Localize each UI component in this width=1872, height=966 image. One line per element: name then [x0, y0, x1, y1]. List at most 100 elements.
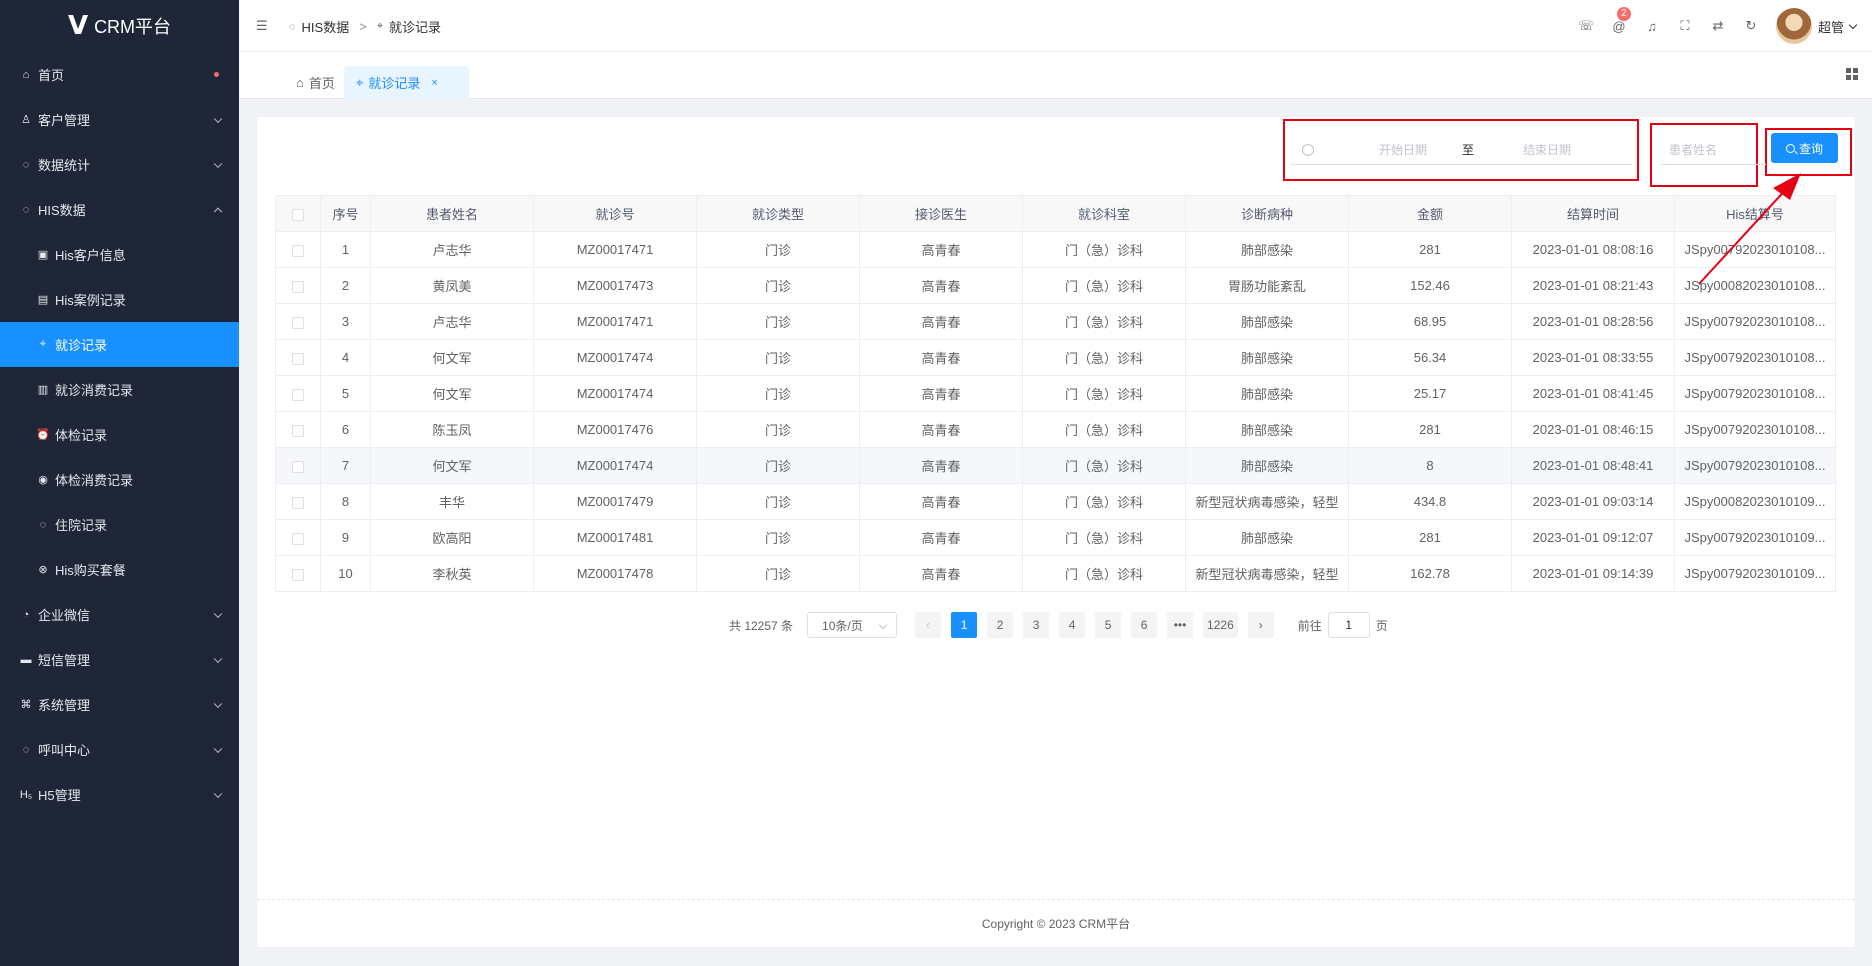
- user-menu[interactable]: 超管: [1775, 8, 1858, 44]
- row-checkbox[interactable]: [292, 532, 304, 545]
- sidebar-item-3[interactable]: ◌ HIS数据: [0, 187, 239, 232]
- table-cell: 门诊: [696, 483, 860, 520]
- row-checkbox-cell[interactable]: [275, 303, 321, 340]
- app-logo[interactable]: V CRM平台: [0, 0, 239, 52]
- sidebar-item-4[interactable]: ▣ His客户信息: [0, 232, 239, 277]
- sidebar-item-15[interactable]: ◌ 呼叫中心: [0, 727, 239, 772]
- page-button[interactable]: 3: [1023, 612, 1050, 638]
- refresh-icon[interactable]: ↻: [1743, 18, 1759, 34]
- row-checkbox[interactable]: [292, 496, 304, 509]
- collapse-menu-icon[interactable]: ☰: [256, 18, 268, 34]
- sidebar-item-0[interactable]: ⌂ 首页: [0, 52, 239, 97]
- table-row[interactable]: 5 何文军 MZ00017474 门诊 高青春 门（急）诊科 肺部感染 25.17 2023-0…: [275, 375, 1836, 412]
- row-checkbox[interactable]: [292, 388, 304, 401]
- prev-page-button[interactable]: ‹: [915, 612, 942, 638]
- page-button[interactable]: 6: [1131, 612, 1158, 638]
- page-size-select[interactable]: 10条/页: [807, 612, 898, 638]
- table-cell: 门（急）诊科: [1022, 411, 1186, 448]
- table-row[interactable]: 1 卢志华 MZ00017471 门诊 高青春 门（急）诊科 肺部感染 281 2023-01-…: [275, 231, 1836, 268]
- page-button[interactable]: •••: [1167, 612, 1194, 638]
- chevron-down-icon: [213, 789, 223, 798]
- row-checkbox-cell[interactable]: [275, 519, 321, 556]
- total-count: 共 12257 条: [729, 618, 794, 633]
- patient-name-input[interactable]: 患者姓名: [1661, 135, 1766, 165]
- sidebar-item-5[interactable]: ▤ His案例记录: [0, 277, 239, 322]
- row-checkbox-cell[interactable]: [275, 339, 321, 376]
- table-row[interactable]: 6 陈玉凤 MZ00017476 门诊 高青春 门（急）诊科 肺部感染 281 2023-01-…: [275, 411, 1836, 448]
- page-button[interactable]: 1226: [1203, 612, 1238, 638]
- query-button[interactable]: 查询: [1771, 133, 1838, 163]
- page-button[interactable]: 2: [987, 612, 1014, 638]
- row-checkbox-cell[interactable]: [275, 483, 321, 520]
- table-row[interactable]: 3 卢志华 MZ00017471 门诊 高青春 门（急）诊科 肺部感染 68.95 2023-0…: [275, 303, 1836, 340]
- sidebar-item-2[interactable]: ◌ 数据统计: [0, 142, 239, 187]
- start-date-input[interactable]: 开始日期: [1348, 141, 1458, 158]
- table-cell: 281: [1348, 519, 1512, 556]
- page-button[interactable]: 4: [1059, 612, 1086, 638]
- table-cell: MZ00017474: [533, 447, 697, 484]
- tab-home[interactable]: ⌂ 首页: [284, 66, 347, 99]
- table-cell: 陈玉凤: [370, 411, 534, 448]
- sidebar-item-13[interactable]: ▬ 短信管理: [0, 637, 239, 682]
- row-checkbox[interactable]: [292, 460, 304, 473]
- bell-icon[interactable]: ♫: [1644, 19, 1660, 34]
- breadcrumb-item-current: 就诊记录: [389, 20, 442, 35]
- row-checkbox[interactable]: [292, 424, 304, 437]
- breadcrumb-item-his[interactable]: HIS数据: [302, 17, 350, 36]
- row-checkbox-cell[interactable]: [275, 411, 321, 448]
- page-button[interactable]: 1: [951, 612, 978, 638]
- row-checkbox[interactable]: [292, 244, 304, 257]
- row-checkbox-cell[interactable]: [275, 267, 321, 304]
- top-header: ☰ ◌ HIS数据 > ⌖ 就诊记录 ☏ @2 ♫ ⛶ ⇄ ↻ 超管: [239, 0, 1872, 52]
- column-header: 金额: [1348, 195, 1512, 232]
- row-checkbox-cell[interactable]: [275, 231, 321, 268]
- column-header: 患者姓名: [370, 195, 534, 232]
- page-button[interactable]: 5: [1095, 612, 1122, 638]
- fullscreen-icon[interactable]: ⛶: [1677, 18, 1693, 34]
- row-checkbox[interactable]: [292, 568, 304, 581]
- breadcrumb: ◌ HIS数据 > ⌖ 就诊记录: [289, 17, 441, 36]
- grid-menu-icon[interactable]: [1846, 68, 1858, 80]
- table-row[interactable]: 9 欧高阳 MZ00017481 门诊 高青春 门（急）诊科 肺部感染 281 2023-01-…: [275, 519, 1836, 556]
- sidebar-item-6[interactable]: ⌖ 就诊记录: [0, 322, 239, 367]
- sidebar-item-9[interactable]: ◉ 体检消费记录: [0, 457, 239, 502]
- username: 超管: [1817, 19, 1844, 35]
- sidebar-item-1[interactable]: ♙ 客户管理: [0, 97, 239, 142]
- table-cell: 门诊: [696, 447, 860, 484]
- table-row[interactable]: 7 何文军 MZ00017474 门诊 高青春 门（急）诊科 肺部感染 8 2023-01-01…: [275, 447, 1836, 484]
- end-date-input[interactable]: 结束日期: [1492, 141, 1602, 158]
- close-icon[interactable]: ×: [431, 77, 437, 89]
- row-checkbox-cell[interactable]: [275, 375, 321, 412]
- select-all-checkbox[interactable]: [292, 208, 304, 221]
- sidebar-item-11[interactable]: ⊗ His购买套餐: [0, 547, 239, 592]
- content-card: 开始日期 至 结束日期 患者姓名 查询 序号 患者姓名 就诊号 就诊类型 接诊医生 就诊科…: [257, 117, 1855, 947]
- sidebar-item-7[interactable]: ▥ 就诊消费记录: [0, 367, 239, 412]
- sidebar-item-10[interactable]: ◌ 住院记录: [0, 502, 239, 547]
- table-cell: 8: [1348, 447, 1512, 484]
- row-checkbox-cell[interactable]: [275, 447, 321, 484]
- sidebar-item-16[interactable]: H₅ H5管理: [0, 772, 239, 817]
- table-cell: 281: [1348, 411, 1512, 448]
- row-checkbox-cell[interactable]: [275, 555, 321, 592]
- row-checkbox[interactable]: [292, 352, 304, 365]
- table-row[interactable]: 8 丰华 MZ00017479 门诊 高青春 门（急）诊科 新型冠状病毒感染，轻型 434.8…: [275, 483, 1836, 520]
- phone-icon[interactable]: ☏: [1578, 18, 1594, 34]
- at-sign-icon[interactable]: @2: [1611, 6, 1631, 34]
- row-checkbox[interactable]: [292, 280, 304, 293]
- row-checkbox[interactable]: [292, 316, 304, 329]
- table-row[interactable]: 2 黄凤美 MZ00017473 门诊 高青春 门（急）诊科 胃肠功能紊乱 152.46 202…: [275, 267, 1836, 304]
- app-title: CRM平台: [94, 17, 172, 37]
- select-all-checkbox-cell[interactable]: [275, 195, 321, 232]
- table-row[interactable]: 4 何文军 MZ00017474 门诊 高青春 门（急）诊科 肺部感染 56.34 2023-0…: [275, 339, 1836, 376]
- next-page-button[interactable]: ›: [1247, 612, 1274, 638]
- table-row[interactable]: 10 李秋英 MZ00017478 门诊 高青春 门（急）诊科 新型冠状病毒感染，轻型 162…: [275, 555, 1836, 592]
- date-range-picker[interactable]: 开始日期 至 结束日期: [1290, 135, 1632, 165]
- avatar[interactable]: [1775, 8, 1812, 44]
- sidebar-item-14[interactable]: ⌘ 系统管理: [0, 682, 239, 727]
- sidebar-item-12[interactable]: ◔ 企业微信: [0, 592, 239, 637]
- sidebar-item-8[interactable]: ⏰ 体检记录: [0, 412, 239, 457]
- table-cell: 6: [320, 411, 371, 448]
- goto-page-input[interactable]: 1: [1327, 612, 1370, 638]
- translate-icon[interactable]: ⇄: [1710, 18, 1726, 34]
- tab-visit-records[interactable]: ⌖ 就诊记录 ×: [344, 66, 469, 99]
